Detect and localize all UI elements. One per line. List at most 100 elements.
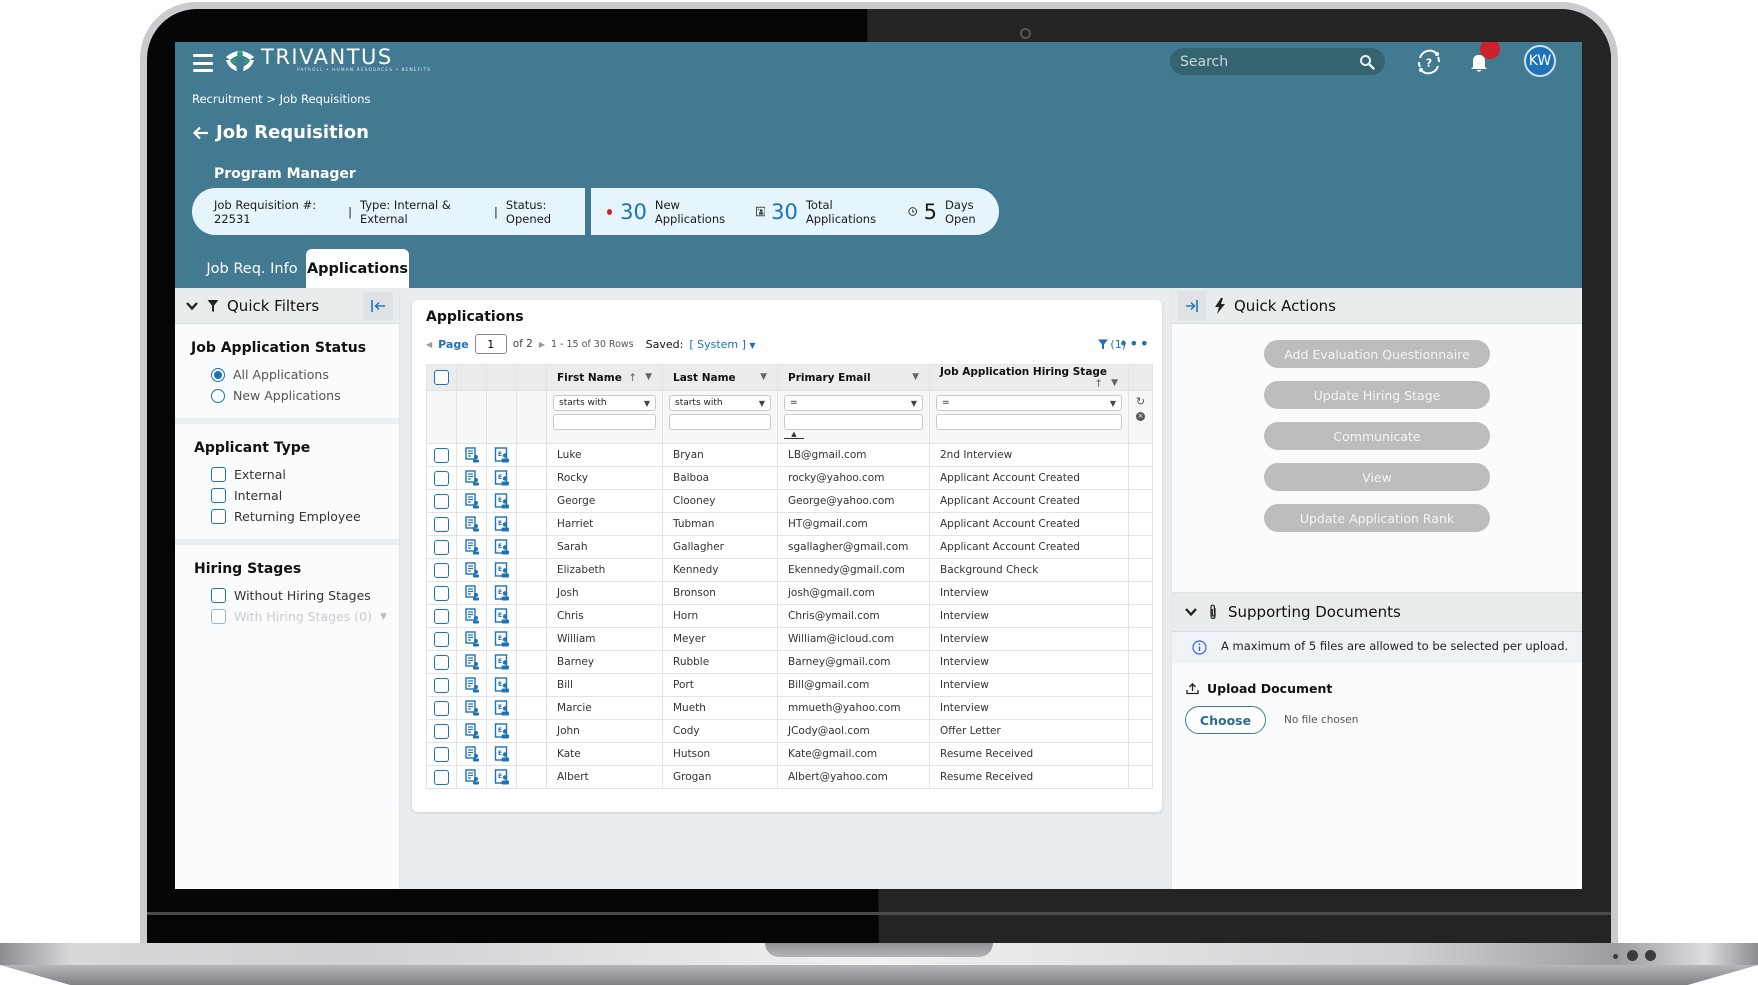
column-header-last-name[interactable]: Last Name ▼ [662,364,778,391]
applicant-profile-icon[interactable]: E [494,539,510,555]
row-checkbox[interactable] [434,677,449,693]
table-row[interactable]: E Albert Grogan Albert@yahoo.com Resume Rece… [426,765,1153,789]
update-hiring-stage-button[interactable]: Update Hiring Stage [1264,381,1490,409]
application-document-icon[interactable] [464,493,480,509]
checkbox-returning-employee[interactable]: Returning Employee [211,506,399,527]
filter-value-input[interactable] [936,414,1122,430]
brand-logo[interactable]: TRIVANTUS PAYROLL • HUMAN RESOURCES • BE… [223,46,431,73]
application-document-icon[interactable] [464,608,480,624]
row-checkbox[interactable] [434,447,449,463]
table-row[interactable]: E George Clooney George@yahoo.com Applicant … [426,489,1153,513]
prev-page-icon[interactable]: ◀ [426,340,432,349]
collapse-filter-icon[interactable]: ▲ [784,431,804,439]
row-checkbox[interactable] [434,470,449,486]
application-document-icon[interactable] [464,562,480,578]
table-row[interactable]: E Kate Hutson Kate@gmail.com Resume Received [426,742,1153,766]
quick-filters-header[interactable]: Quick Filters [175,288,399,324]
row-checkbox[interactable] [434,608,449,624]
application-document-icon[interactable] [464,746,480,762]
application-document-icon[interactable] [464,470,480,486]
applicant-profile-icon[interactable]: E [494,493,510,509]
column-menu-icon[interactable]: ▼ [760,372,767,382]
page-number-input[interactable] [474,334,507,354]
applicant-profile-icon[interactable]: E [494,470,510,486]
radio-all-applications[interactable]: All Applications [211,364,399,385]
application-document-icon[interactable] [464,677,480,693]
row-checkbox[interactable] [434,585,449,601]
table-row[interactable]: E John Cody JCody@aol.com Offer Letter [426,719,1153,743]
table-row[interactable]: E Harriet Tubman HT@gmail.com Applicant Acco… [426,512,1153,536]
table-row[interactable]: E Sarah Gallagher sgallagher@gmail.com Appli… [426,535,1153,559]
checkbox-external[interactable]: External [211,464,399,485]
back-arrow-icon[interactable] [192,124,210,142]
saved-view-select[interactable]: [ System ] ▼ [689,338,755,351]
row-checkbox[interactable] [434,654,449,670]
row-checkbox[interactable] [434,700,449,716]
table-row[interactable]: E Marcie Mueth mmueth@yahoo.com Interview [426,696,1153,720]
choose-file-button[interactable]: Choose [1185,706,1266,734]
applicant-profile-icon[interactable]: E [494,631,510,647]
table-row[interactable]: E Rocky Balboa rocky@yahoo.com Applicant Acc… [426,466,1153,490]
checkbox[interactable] [211,588,226,603]
radio-new-applications[interactable]: New Applications [211,385,399,406]
global-search[interactable] [1170,48,1385,75]
chevron-down-icon[interactable] [185,299,199,313]
table-row[interactable]: E Elizabeth Kennedy Ekennedy@gmail.com Backg… [426,558,1153,582]
column-header-first-name[interactable]: First Name ↑ ▼ [546,364,663,391]
applicant-profile-icon[interactable]: E [494,723,510,739]
radio-button-selected[interactable] [211,367,225,382]
row-checkbox[interactable] [434,493,449,509]
search-input[interactable] [1180,53,1359,70]
column-menu-icon[interactable]: ▼ [645,372,652,384]
table-row[interactable]: E Josh Bronson josh@gmail.com Interview [426,581,1153,605]
checkbox[interactable] [211,509,226,524]
column-menu-icon[interactable]: ▼ [1111,378,1118,390]
sort-asc-icon[interactable]: ↑ [1094,378,1103,390]
view-button[interactable]: View [1264,463,1490,491]
breadcrumb-recruitment[interactable]: Recruitment [192,92,263,106]
application-document-icon[interactable] [464,723,480,739]
tab-job-req-info[interactable]: Job Req. Info [197,249,307,288]
applicant-profile-icon[interactable]: E [494,700,510,716]
select-all-checkbox[interactable] [434,370,449,385]
filter-operator-select[interactable]: starts with ▼ [553,395,656,411]
applicant-profile-icon[interactable]: E [494,585,510,601]
applicant-profile-icon[interactable]: E [494,677,510,693]
row-checkbox[interactable] [434,746,449,762]
application-document-icon[interactable] [464,631,480,647]
application-document-icon[interactable] [464,585,480,601]
row-checkbox[interactable] [434,769,449,785]
column-header-hiring-stage[interactable]: Job Application Hiring Stage ↑ ▼ [929,364,1129,391]
column-menu-icon[interactable]: ▼ [912,372,919,382]
applicant-profile-icon[interactable]: E [494,769,510,785]
collapse-right-panel-button[interactable] [1178,290,1206,321]
application-document-icon[interactable] [464,447,480,463]
filter-value-input[interactable] [669,414,771,430]
application-document-icon[interactable] [464,654,480,670]
table-row[interactable]: E Bill Port Bill@gmail.com Interview [426,673,1153,697]
chevron-down-icon[interactable] [1184,605,1198,619]
applicant-profile-icon[interactable]: E [494,447,510,463]
clear-filters-icon[interactable]: × [1136,412,1145,421]
filter-value-input[interactable] [784,414,923,430]
checkbox-without-hiring-stages[interactable]: Without Hiring Stages [211,585,399,606]
row-checkbox[interactable] [434,562,449,578]
collapse-panel-button[interactable] [363,292,393,320]
filter-operator-select[interactable]: starts with ▼ [669,395,771,411]
application-document-icon[interactable] [464,516,480,532]
checkbox[interactable] [211,488,226,503]
applicant-profile-icon[interactable]: E [494,608,510,624]
row-checkbox[interactable] [434,539,449,555]
radio-button[interactable] [211,388,225,403]
applicant-profile-icon[interactable]: E [494,654,510,670]
breadcrumb-job-requisitions[interactable]: Job Requisitions [280,92,371,106]
communicate-button[interactable]: Communicate [1264,422,1490,450]
applicant-profile-icon[interactable]: E [494,746,510,762]
table-row[interactable]: E Barney Rubble Barney@gmail.com Interview [426,650,1153,674]
row-checkbox[interactable] [434,516,449,532]
search-icon[interactable] [1359,54,1375,70]
table-row[interactable]: E William Meyer William@icloud.com Interview [426,627,1153,651]
add-evaluation-questionnaire-button[interactable]: Add Evaluation Questionnaire [1264,340,1490,368]
reset-filters-icon[interactable]: ↻ [1129,395,1152,408]
update-application-rank-button[interactable]: Update Application Rank [1264,504,1490,532]
